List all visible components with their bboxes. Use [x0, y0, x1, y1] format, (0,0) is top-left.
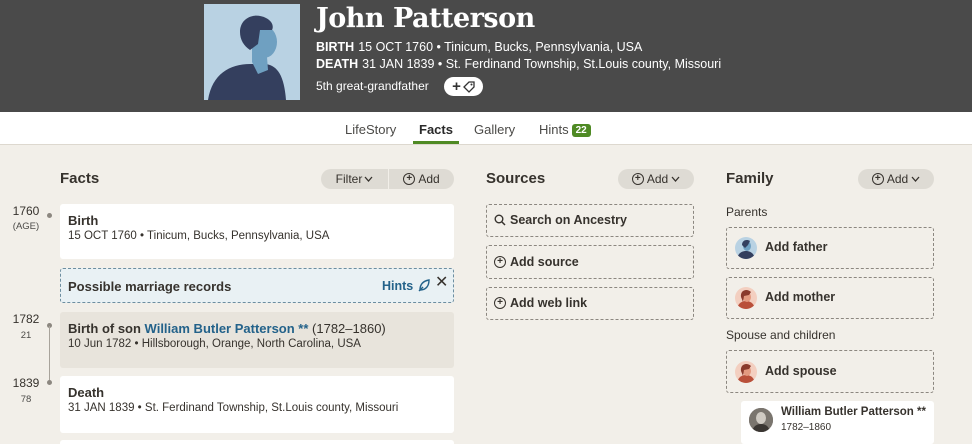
hints-count-badge: 22 [571, 124, 591, 137]
female-avatar-icon [735, 361, 757, 383]
add-source-label: Add source [510, 255, 579, 269]
fact-detail: 31 JAN 1839 • St. Ferdinand Township, St… [68, 402, 399, 414]
female-avatar-icon [735, 287, 757, 309]
leaf-icon [418, 279, 430, 292]
tag-icon [462, 80, 475, 93]
search-ancestry-button[interactable]: Search on Ancestry [486, 204, 694, 237]
chevron-down-icon [364, 176, 373, 182]
facts-heading: Facts [60, 170, 100, 187]
add-web-link-label: Add web link [510, 296, 588, 310]
add-circle-icon: + [403, 173, 416, 185]
marriage-hint-card: Possible marriage records Hints ✕ [60, 268, 454, 303]
timeline-age: (AGE) [12, 221, 40, 232]
fact-detail: 10 Jun 1782 • Hillsborough, Orange, Nort… [68, 338, 361, 350]
add-father-button[interactable]: Add father [726, 227, 934, 269]
relationship-label: 5th great-grandfather [316, 79, 429, 93]
profile-tabs: LifeStory Facts Gallery Hints 22 [0, 112, 972, 145]
add-source-label-wrap: + Add source [494, 255, 579, 269]
timeline-line [49, 326, 50, 382]
add-mother-label: Add mother [765, 290, 836, 304]
add-source-menu-button[interactable]: + Add [618, 169, 694, 189]
add-circle-icon: + [494, 256, 506, 268]
add-family-menu-button[interactable]: + Add [858, 169, 934, 189]
family-heading: Family [726, 170, 774, 187]
facts-toolbar: Filter + Add [321, 169, 454, 189]
child-photo [749, 408, 773, 432]
hints-link[interactable]: Hints [382, 279, 413, 293]
person-silhouette-icon [204, 4, 300, 100]
fact-card-death[interactable]: Death 31 JAN 1839 • St. Ferdinand Townsh… [60, 376, 454, 433]
parents-label: Parents [726, 205, 768, 219]
hint-card-text: Possible marriage records [68, 279, 232, 294]
tab-facts[interactable]: Facts [419, 122, 453, 137]
plus-icon: + [452, 78, 461, 95]
tab-lifestory[interactable]: LifeStory [345, 122, 396, 137]
add-circle-icon: + [494, 297, 506, 309]
add-web-link-button[interactable]: + Add web link [486, 287, 694, 320]
profile-header: John Patterson BIRTH 15 OCT 1760 • Tinicu… [0, 0, 972, 112]
search-ancestry-label-wrap: Search on Ancestry [494, 213, 627, 227]
add-father-label: Add father [765, 240, 828, 254]
child-name: William Butler Patterson ** [781, 406, 926, 418]
close-icon[interactable]: ✕ [435, 272, 448, 292]
death-label: DEATH [316, 57, 359, 71]
fact-title: Birth [68, 213, 99, 228]
fact-detail: 15 OCT 1760 • Tinicum, Bucks, Pennsylvan… [68, 230, 330, 242]
add-spouse-label: Add spouse [765, 364, 837, 378]
child-lifespan: 1782–1860 [781, 422, 832, 433]
timeline-year: 1760 [12, 204, 40, 218]
birth-summary: BIRTH 15 OCT 1760 • Tinicum, Bucks, Penns… [316, 40, 642, 54]
add-mother-button[interactable]: Add mother [726, 277, 934, 319]
death-summary: DEATH 31 JAN 1839 • St. Ferdinand Townshi… [316, 57, 721, 71]
son-link[interactable]: William Butler Patterson ** [145, 321, 309, 336]
death-text: 31 JAN 1839 • St. Ferdinand Township, St… [362, 57, 722, 71]
tab-hints[interactable]: Hints 22 [539, 122, 591, 137]
filter-label: Filter [335, 172, 363, 186]
timeline-dot [47, 380, 52, 385]
add-circle-icon: + [631, 173, 644, 185]
birth-text: 15 OCT 1760 • Tinicum, Bucks, Pennsylvan… [358, 40, 643, 54]
fact-title-prefix: Birth of son [68, 321, 145, 336]
timeline-year: 1782 [12, 312, 40, 326]
search-ancestry-label: Search on Ancestry [510, 213, 627, 227]
fact-title: Birth of son William Butler Patterson **… [68, 321, 386, 336]
birth-label: BIRTH [316, 40, 355, 54]
timeline-age: 78 [20, 394, 32, 405]
timeline-dot [47, 213, 52, 218]
male-avatar-icon [735, 237, 757, 259]
fact-title: Death [68, 385, 105, 400]
add-fact-button[interactable]: + Add [389, 169, 454, 189]
add-fact-label: Add [418, 172, 440, 186]
timeline-year: 1839 [12, 376, 40, 390]
sources-heading: Sources [486, 170, 546, 187]
fact-card-birth-of-son[interactable]: Birth of son William Butler Patterson **… [60, 312, 454, 368]
son-lifespan: (1782–1860) [308, 321, 386, 336]
chevron-down-icon [911, 176, 920, 182]
search-icon [494, 214, 506, 226]
add-spouse-button[interactable]: Add spouse [726, 350, 934, 393]
add-web-link-label-wrap: + Add web link [494, 296, 587, 310]
add-tag-button[interactable]: + [444, 77, 483, 96]
person-name: John Patterson [316, 3, 535, 34]
add-source-button[interactable]: + Add source [486, 245, 694, 279]
add-family-menu-label: Add [886, 172, 909, 186]
fact-card-partial [60, 440, 454, 444]
tab-gallery[interactable]: Gallery [474, 122, 515, 137]
add-source-menu-label: Add [646, 172, 669, 186]
child-card[interactable]: William Butler Patterson ** 1782–1860 [741, 401, 934, 444]
timeline-age: 21 [20, 330, 32, 341]
add-circle-icon: + [871, 173, 884, 185]
filter-button[interactable]: Filter [321, 169, 388, 189]
active-tab-indicator [413, 141, 459, 144]
chevron-down-icon [671, 176, 680, 182]
profile-portrait[interactable] [204, 4, 300, 100]
tab-hints-label: Hints [539, 122, 569, 137]
spouse-children-label: Spouse and children [726, 328, 836, 342]
fact-card-birth[interactable]: Birth 15 OCT 1760 • Tinicum, Bucks, Penn… [60, 204, 454, 259]
